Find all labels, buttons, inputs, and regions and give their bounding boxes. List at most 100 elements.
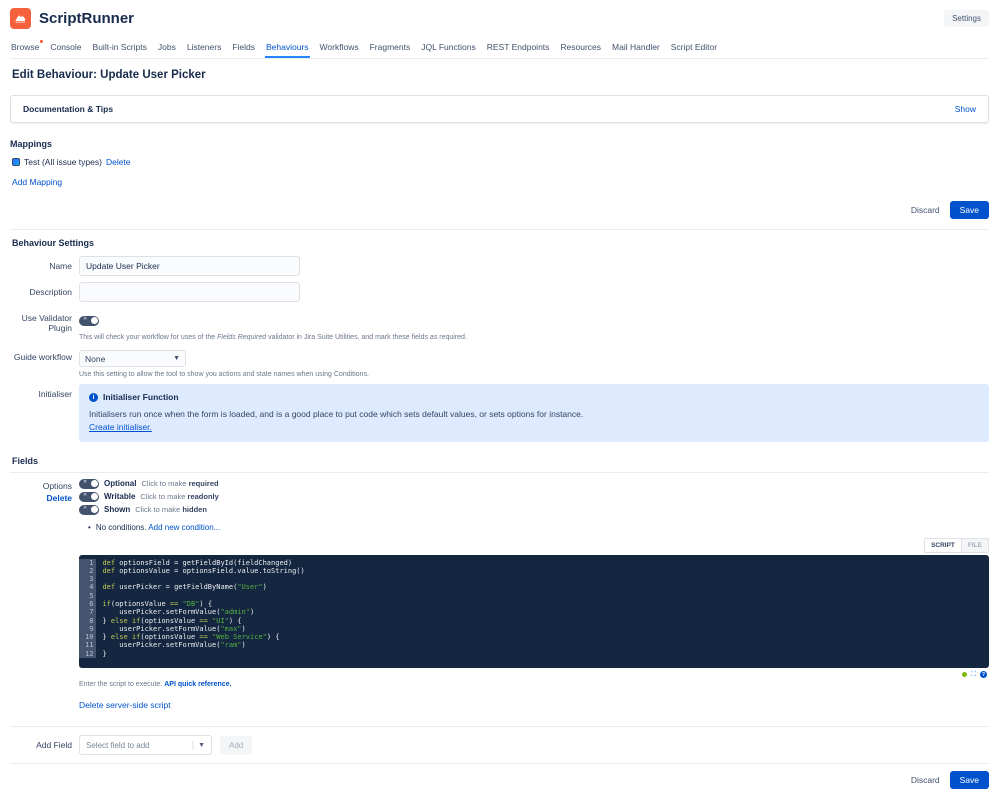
documentation-panel: Documentation & Tips Show [10,95,989,123]
mapping-row: Test (All issue types) Delete [10,155,989,173]
initialiser-info-panel: i Initialiser Function Initialisers run … [79,384,989,442]
nav-tab-script-editor[interactable]: Script Editor [670,39,718,58]
toggle-row-optional: Optional Click to make required [79,479,989,489]
main-nav: Browse Console Built-in Scripts Jobs Listene… [10,35,989,59]
nav-tab-resources[interactable]: Resources [559,39,602,58]
nav-tab-console[interactable]: Console [49,39,82,58]
save-button-bottom[interactable]: Save [950,771,989,789]
add-field-button[interactable]: Add [220,736,252,755]
page-title: Edit Behaviour: Update User Picker [10,59,989,93]
nav-tab-jobs[interactable]: Jobs [157,39,177,58]
nav-tab-behaviours[interactable]: Behaviours [265,39,310,58]
editor-status-row: ⛶ ? [79,668,989,681]
script-helper-text: Enter the script to execute. API quick r… [79,681,989,688]
no-conditions-text: No conditions. [96,523,147,532]
api-quick-reference-link[interactable]: API quick reference. [164,681,231,688]
top-actions: Discard Save [10,195,989,229]
select-separator: | [191,740,194,751]
guide-workflow-helper-text: Use this setting to allow the tool to sh… [79,371,989,378]
chevron-down-icon: ▼ [173,355,180,362]
delete-server-side-script-link[interactable]: Delete server-side script [79,700,171,710]
app-title: ScriptRunner [39,10,134,27]
scriptrunner-page: ScriptRunner Settings Browse Console Built… [0,0,999,796]
nav-tab-fragments[interactable]: Fragments [369,39,412,58]
fullscreen-icon[interactable]: ⛶ [971,671,976,678]
toggle-state-label: Optional [104,479,136,488]
add-field-row: Add Field Select field to add | ▼ Add [10,727,989,763]
options-label-col: Options Delete [10,479,72,721]
discard-button-bottom[interactable]: Discard [911,775,940,785]
options-label: Options [43,481,72,491]
validator-label: Use Validator Plugin [10,308,72,341]
field-toggle-list: OptionalClick to make requiredWritableCl… [79,479,989,515]
info-icon: i [89,393,98,402]
nav-tab-mail-handler[interactable]: Mail Handler [611,39,661,58]
tab-file[interactable]: FILE [962,538,989,553]
running-shoe-icon [14,12,27,25]
add-field-select[interactable]: Select field to add | ▼ [79,735,212,755]
name-input[interactable] [79,256,300,276]
toggle-row-shown: Shown Click to make hidden [79,505,989,515]
validator-toggle[interactable] [79,316,99,326]
toggle-hint: Click to make readonly [140,492,218,501]
mapping-text: Test (All issue types) [24,157,102,167]
mapping-delete-link[interactable]: Delete [106,157,131,167]
initialiser-label: Initialiser [10,384,72,442]
name-label: Name [10,256,72,276]
editor-line-numbers: 123456789101112 [79,559,96,659]
documentation-title: Documentation & Tips [23,104,113,114]
initialiser-function-title: Initialiser Function [103,392,179,402]
add-field-label: Add Field [10,740,72,750]
toggle-row-writable: Writable Click to make readonly [79,492,989,502]
discard-button-top[interactable]: Discard [911,205,940,215]
nav-tab-workflows[interactable]: Workflows [319,39,360,58]
bullet-icon: • [88,523,91,532]
conditions-row: • No conditions. Add new condition... [88,523,989,532]
settings-button[interactable]: Settings [944,10,989,27]
save-button-top[interactable]: Save [950,201,989,219]
editor-tabs: SCRIPT FILE [79,538,989,553]
project-avatar-icon [12,158,20,166]
shown-toggle[interactable] [79,505,99,515]
add-condition-link[interactable]: Add new condition... [148,523,220,532]
nav-tab-listeners[interactable]: Listeners [186,39,223,58]
guide-workflow-row: Guide workflow None ▼ Use this setting t… [10,347,989,378]
toggle-state-label: Writable [104,492,135,501]
nav-tab-fields[interactable]: Fields [231,39,256,58]
add-mapping-link[interactable]: Add Mapping [12,177,62,187]
top-bar: ScriptRunner Settings [10,0,989,35]
writable-toggle[interactable] [79,492,99,502]
notification-dot-icon [40,40,43,43]
optional-toggle[interactable] [79,479,99,489]
code-editor[interactable]: 123456789101112 def optionsField = getFi… [79,555,989,669]
toggle-hint: Click to make hidden [135,505,207,514]
mappings-heading: Mappings [10,133,989,155]
nav-tab-jql-functions[interactable]: JQL Functions [420,39,477,58]
bottom-actions: Discard Save [10,764,989,796]
help-icon[interactable]: ? [980,671,987,678]
description-field-row: Description [10,282,989,302]
description-label: Description [10,282,72,302]
description-input[interactable] [79,282,300,302]
toggle-state-label: Shown [104,505,130,514]
field-options-row: Options Delete Optional Click to make req… [10,479,989,721]
nav-tab-built-in-scripts[interactable]: Built-in Scripts [92,39,148,58]
nav-tab-browse[interactable]: Browse [10,39,40,58]
add-mapping-row: Add Mapping [10,173,989,195]
behaviour-settings-heading: Behaviour Settings [10,230,989,256]
field-delete-link[interactable]: Delete [10,493,72,503]
create-initialiser-link[interactable]: Create initialiser. [89,422,152,432]
guide-workflow-value: None [85,354,105,364]
nav-tab-rest-endpoints[interactable]: REST Endpoints [486,39,551,58]
fields-heading: Fields [10,448,989,473]
initialiser-row: Initialiser i Initialiser Function Initi… [10,384,989,442]
documentation-show-link[interactable]: Show [955,104,976,114]
guide-workflow-select[interactable]: None ▼ [79,350,186,367]
editor-code[interactable]: def optionsField = getFieldById(fieldCha… [96,559,989,659]
scriptrunner-logo-icon [10,8,31,29]
chevron-down-icon: ▼ [198,742,205,749]
tab-script[interactable]: SCRIPT [924,538,962,553]
compile-status-icon [962,672,967,677]
toggle-hint: Click to make required [141,479,218,488]
initialiser-description: Initialisers run once when the form is l… [89,409,583,419]
